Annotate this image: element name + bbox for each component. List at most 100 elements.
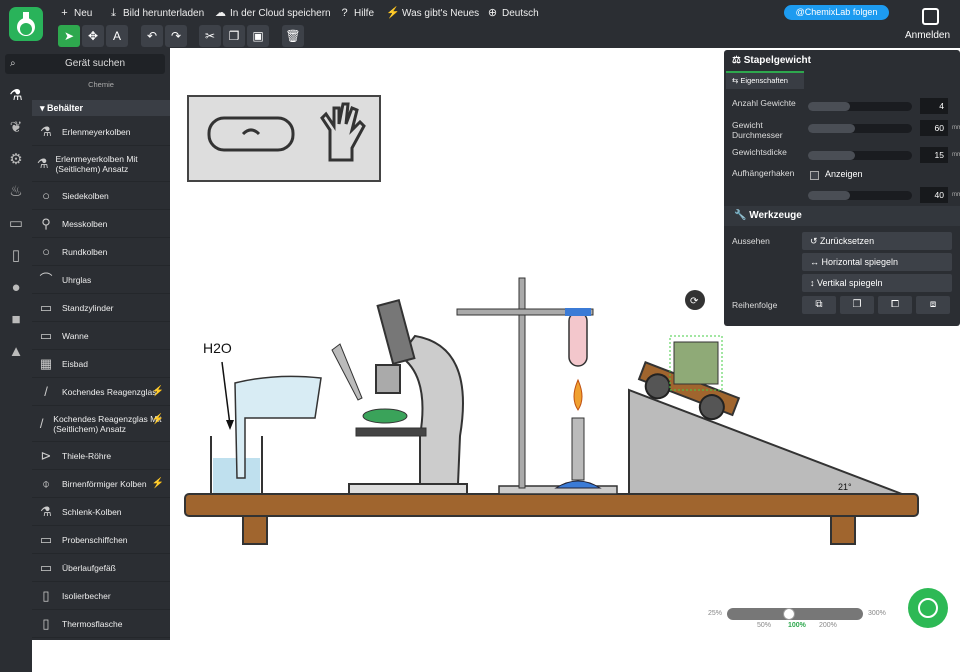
equipment-label: Standzylinder bbox=[62, 302, 114, 313]
weight-count-field[interactable]: 4 bbox=[920, 98, 948, 114]
flask-icon[interactable]: ⚗ bbox=[0, 80, 32, 112]
reset-button[interactable]: ↺ Zurücksetzen bbox=[802, 232, 952, 250]
toolbar-tools: ➤ ✥ A bbox=[58, 25, 128, 47]
inclined-plane bbox=[628, 388, 903, 495]
equipment-item[interactable]: / Kochendes Reagenzglas ⚡ bbox=[32, 378, 170, 406]
copy-button[interactable]: ❐ bbox=[223, 25, 245, 47]
equipment-label: Thiele-Röhre bbox=[62, 450, 112, 461]
equipment-label: Überlaufgefäß bbox=[62, 562, 116, 573]
battery-icon[interactable]: ▯ bbox=[0, 240, 32, 272]
menu-new[interactable]: + Neu bbox=[58, 6, 92, 20]
bring-to-front-button[interactable]: ❐ bbox=[840, 296, 874, 314]
equipment-item[interactable]: ▭ Probenschiffchen bbox=[32, 526, 170, 554]
plus-icon: + bbox=[61, 7, 68, 19]
user-icon[interactable] bbox=[922, 8, 939, 25]
equipment-item[interactable]: ▭ Überlaufgefäß bbox=[32, 554, 170, 582]
bolt-icon: ⚡ bbox=[151, 414, 164, 425]
properties-panel: ⚖ Stapelgewicht ⇆ Eigenschaften Anzahl G… bbox=[724, 50, 960, 326]
equipment-item[interactable]: / Kochendes Reagenzglas Mit (Seitlichem) … bbox=[32, 406, 170, 442]
login-link[interactable]: Anmelden bbox=[905, 30, 950, 41]
weight-icon: ⚖ bbox=[732, 55, 744, 66]
menu-help[interactable]: ? Hilfe bbox=[338, 6, 374, 20]
equipment-item[interactable]: ○ Rundkolben bbox=[32, 238, 170, 266]
flame-icon[interactable]: ♨ bbox=[0, 176, 32, 208]
sidebar: ⌕ Gerät suchen ⚗ ❦ ⚙ ♨ ▭ ▯ ● ■ ▲ Chemie … bbox=[0, 48, 170, 672]
equipment-item[interactable]: ⌽ Birnenförmiger Kolben ⚡ bbox=[32, 470, 170, 498]
thickness-slider[interactable] bbox=[808, 151, 912, 160]
box-icon[interactable]: ■ bbox=[0, 304, 32, 336]
menu-language[interactable]: ⊕ Deutsch bbox=[486, 6, 539, 20]
zoom-slider[interactable] bbox=[727, 608, 863, 620]
equipment-item[interactable]: ⊳ Thiele-Röhre bbox=[32, 442, 170, 470]
flip-horizontal-button[interactable]: ↔ Horizontal spiegeln bbox=[802, 253, 952, 271]
send-backward-button[interactable]: ⧠ bbox=[878, 296, 912, 314]
hook-length-slider[interactable] bbox=[808, 191, 912, 200]
menu-cloud-save[interactable]: ☁ In der Cloud speichern bbox=[214, 6, 331, 20]
test-tube bbox=[568, 311, 588, 367]
thickness-field[interactable]: 15 bbox=[920, 147, 948, 163]
equipment-item[interactable]: ○ Siedekolben bbox=[32, 182, 170, 210]
paste-button[interactable]: ▣ bbox=[247, 25, 269, 47]
equipment-icon: ⚗ bbox=[40, 123, 52, 139]
prop-hook: Aufhängerhaken Anzeigen bbox=[732, 168, 863, 180]
menu-whats-new[interactable]: ⚡ Was gibt's Neues bbox=[386, 6, 479, 20]
category-title: Chemie bbox=[88, 80, 114, 89]
h2o-label: H2O bbox=[203, 340, 232, 356]
svg-text:⟳: ⟳ bbox=[690, 296, 699, 307]
flame bbox=[573, 378, 583, 411]
equipment-icon: / bbox=[44, 383, 48, 399]
move-tool-button[interactable]: ✥ bbox=[82, 25, 104, 47]
toolbar-history: ↶ ↷ bbox=[141, 25, 187, 47]
chevron-down-icon: ▾ bbox=[40, 103, 48, 113]
select-tool-button[interactable]: ➤ bbox=[58, 25, 80, 47]
equipment-icon: ▭ bbox=[39, 299, 53, 315]
equipment-icon: ▭ bbox=[39, 327, 53, 343]
equipment-icon: ⌒ bbox=[39, 271, 53, 287]
equipment-item[interactable]: ⚗ Erlenmeyerkolben bbox=[32, 118, 170, 146]
equipment-item[interactable]: ▯ Thermosflasche bbox=[32, 610, 170, 638]
shapes-icon[interactable]: ▲ bbox=[0, 336, 32, 368]
equipment-icon: ▭ bbox=[39, 559, 53, 575]
drop-icon[interactable]: ● bbox=[0, 272, 32, 304]
diameter-field[interactable]: 60 bbox=[920, 120, 948, 136]
equipment-item[interactable]: ▯ Isolierbecher bbox=[32, 582, 170, 610]
group-header[interactable]: ▾ Behälter bbox=[32, 100, 170, 116]
chemix-logo[interactable] bbox=[9, 7, 43, 41]
equipment-icon: ○ bbox=[42, 187, 50, 203]
delete-button[interactable]: 🗑 bbox=[282, 25, 304, 47]
menu-download-image[interactable]: ⤓ Bild herunterladen bbox=[107, 6, 204, 20]
ruler-icon[interactable]: ▭ bbox=[0, 208, 32, 240]
globe-icon: ⊕ bbox=[487, 7, 498, 19]
weight-count-slider[interactable] bbox=[808, 102, 912, 111]
leaf-icon[interactable]: ❦ bbox=[0, 112, 32, 144]
undo-button[interactable]: ↶ bbox=[141, 25, 163, 47]
follow-twitter-button[interactable]: @ChemixLab folgen bbox=[784, 5, 889, 20]
equipment-label: Erlenmeyerkolben Mit (Seitlichem) Ansatz bbox=[55, 153, 138, 174]
equipment-item[interactable]: ⚗ Erlenmeyerkolben Mit (Seitlichem) Ansat… bbox=[32, 146, 170, 182]
flip-vertical-button[interactable]: ↕ Vertikal spiegeln bbox=[802, 274, 952, 292]
cut-button[interactable]: ✂ bbox=[199, 25, 221, 47]
zoom-handle[interactable] bbox=[783, 608, 795, 620]
text-tool-button[interactable]: A bbox=[106, 25, 128, 47]
equipment-item[interactable]: ⚲ Messkolben bbox=[32, 210, 170, 238]
redo-button[interactable]: ↷ bbox=[165, 25, 187, 47]
send-to-back-button[interactable]: ⧈ bbox=[916, 296, 950, 314]
search-input[interactable]: ⌕ Gerät suchen bbox=[5, 54, 165, 74]
equipment-item[interactable]: ▭ Wanne bbox=[32, 322, 170, 350]
equipment-item[interactable]: ⌒ Uhrglas bbox=[32, 266, 170, 294]
equipment-icon: ⚗ bbox=[40, 503, 52, 519]
gear-icon[interactable]: ⚙ bbox=[0, 144, 32, 176]
equipment-item[interactable]: ⚗ Schlenk-Kolben bbox=[32, 498, 170, 526]
bring-forward-button[interactable]: ⧉ bbox=[802, 296, 836, 314]
equipment-item[interactable]: ▭ Standzylinder bbox=[32, 294, 170, 322]
prop-hook-length: 40 mm bbox=[732, 187, 960, 203]
hook-checkbox[interactable] bbox=[810, 171, 819, 180]
equipment-item[interactable]: ▦ Eisbad bbox=[32, 350, 170, 378]
equipment-icon: ⚗ bbox=[36, 155, 49, 171]
hook-length-field[interactable]: 40 bbox=[920, 187, 948, 203]
chat-button[interactable] bbox=[908, 588, 948, 628]
tab-properties[interactable]: ⇆ Eigenschaften bbox=[726, 71, 804, 89]
diameter-slider[interactable] bbox=[808, 124, 912, 133]
chat-icon bbox=[918, 598, 938, 618]
reset-icon: ↺ bbox=[810, 236, 821, 246]
